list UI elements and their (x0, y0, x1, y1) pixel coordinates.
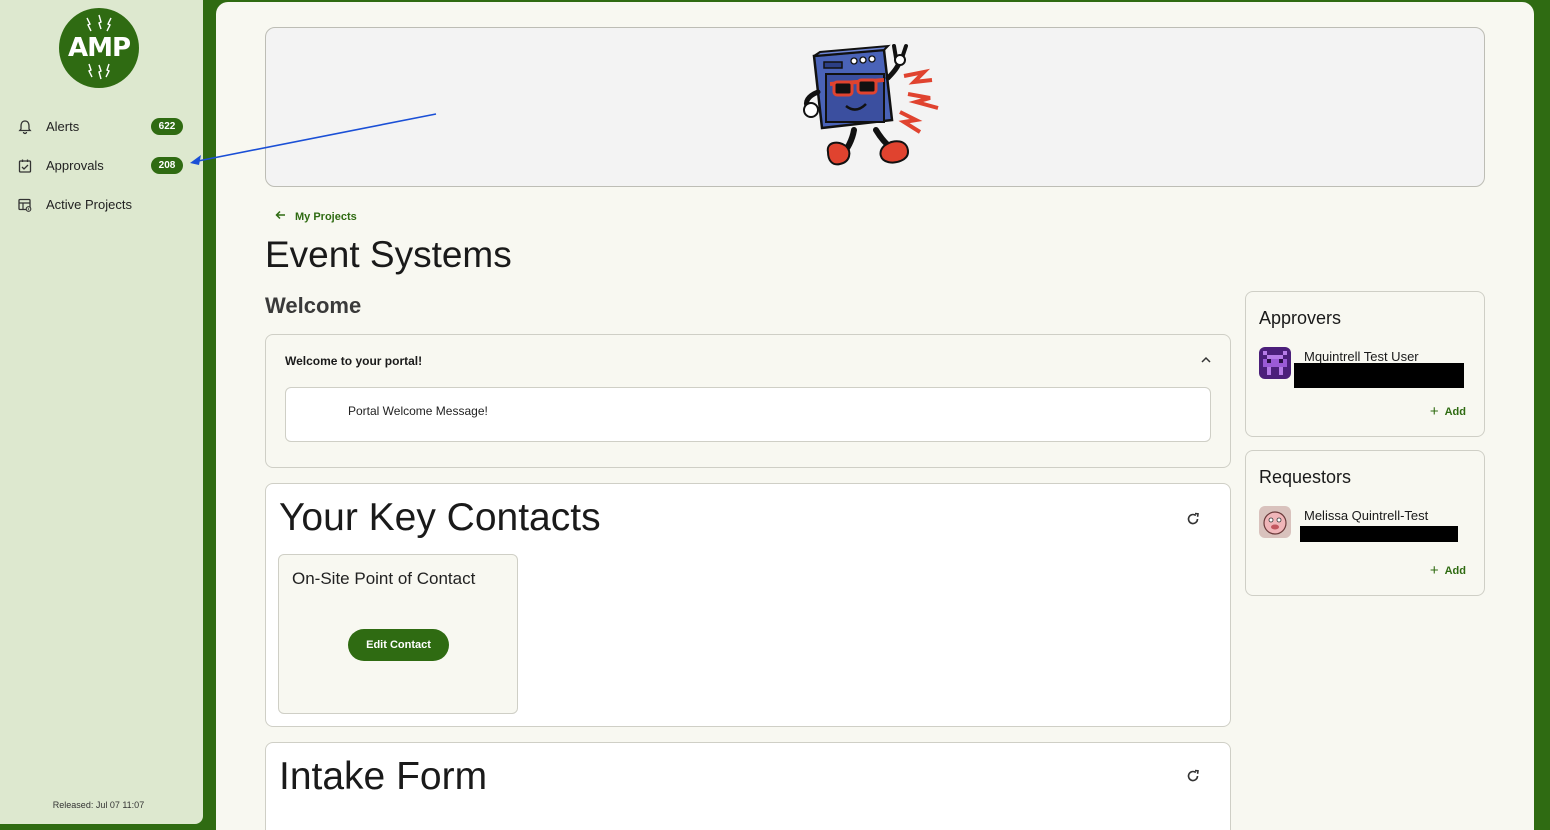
chevron-up-icon[interactable] (1200, 353, 1212, 371)
intake-form-title: Intake Form (279, 755, 488, 798)
refresh-icon[interactable] (1186, 769, 1200, 788)
amp-logo[interactable]: AMP (59, 8, 139, 88)
project-banner (265, 27, 1485, 187)
logo-text: AMP (67, 33, 131, 63)
checklist-icon (16, 157, 34, 175)
plus-icon: + (1429, 403, 1439, 420)
add-approver-button[interactable]: + Add (1430, 403, 1466, 420)
arrow-left-icon (275, 209, 287, 224)
bell-icon (16, 118, 34, 136)
approver-entry[interactable]: Mquintrell Test User (1259, 347, 1419, 379)
approvers-title: Approvers (1259, 308, 1342, 328)
refresh-icon[interactable] (1186, 512, 1200, 531)
approver-name: Mquintrell Test User (1304, 349, 1419, 364)
avatar (1259, 506, 1291, 538)
sidebar: AMP Alerts 622 Approvals 208 Active Proj… (0, 0, 203, 824)
onsite-contact-tile: On-Site Point of Contact Edit Contact (278, 554, 518, 714)
approvals-count-badge: 208 (151, 157, 183, 174)
main-panel: My Projects Event Systems Welcome Welcom… (216, 2, 1534, 830)
requestor-name: Melissa Quintrell-Test (1304, 508, 1429, 523)
sidebar-item-label: Active Projects (46, 197, 132, 212)
key-contacts-title: Your Key Contacts (279, 496, 601, 539)
add-label: Add (1444, 405, 1466, 418)
page-title: Event Systems (265, 234, 512, 275)
redacted-email (1294, 363, 1464, 388)
welcome-accordion-header[interactable]: Welcome to your portal! (285, 354, 422, 368)
welcome-accordion: Welcome to your portal! Portal Welcome M… (265, 334, 1231, 468)
requestors-card: Requestors Melissa Quintrell-Test + Add (1245, 450, 1485, 596)
requestor-entry[interactable]: Melissa Quintrell-Test (1259, 506, 1428, 538)
edit-contact-button[interactable]: Edit Contact (348, 629, 449, 661)
sidebar-item-label: Approvals (46, 158, 104, 173)
sidebar-item-approvals[interactable]: Approvals 208 (0, 146, 203, 185)
contact-tile-title: On-Site Point of Contact (292, 569, 476, 588)
key-contacts-card: Your Key Contacts On-Site Point of Conta… (265, 483, 1231, 727)
requestors-title: Requestors (1259, 467, 1352, 487)
sidebar-item-label: Alerts (46, 119, 80, 134)
welcome-section-title: Welcome (265, 293, 362, 318)
intake-form-card: Intake Form (265, 742, 1231, 830)
avatar (1259, 347, 1291, 379)
plus-icon: + (1429, 562, 1439, 579)
sidebar-item-active-projects[interactable]: Active Projects (0, 185, 203, 224)
welcome-message: Portal Welcome Message! (285, 387, 1211, 442)
back-to-my-projects-link[interactable]: My Projects (275, 209, 357, 224)
approvers-card: Approvers Mquintrell Test User + Add (1245, 291, 1485, 437)
amp-mascot-illustration (803, 44, 939, 166)
redacted-email (1300, 526, 1458, 542)
add-label: Add (1444, 564, 1466, 577)
sidebar-item-alerts[interactable]: Alerts 622 (0, 107, 203, 146)
sidebar-nav: Alerts 622 Approvals 208 Active Projects (0, 107, 203, 224)
release-info: Released: Jul 07 11:07 (52, 800, 145, 810)
add-requestor-button[interactable]: + Add (1430, 562, 1466, 579)
alerts-count-badge: 622 (151, 118, 183, 135)
back-link-label: My Projects (295, 210, 357, 223)
projects-eye-icon (16, 196, 34, 214)
